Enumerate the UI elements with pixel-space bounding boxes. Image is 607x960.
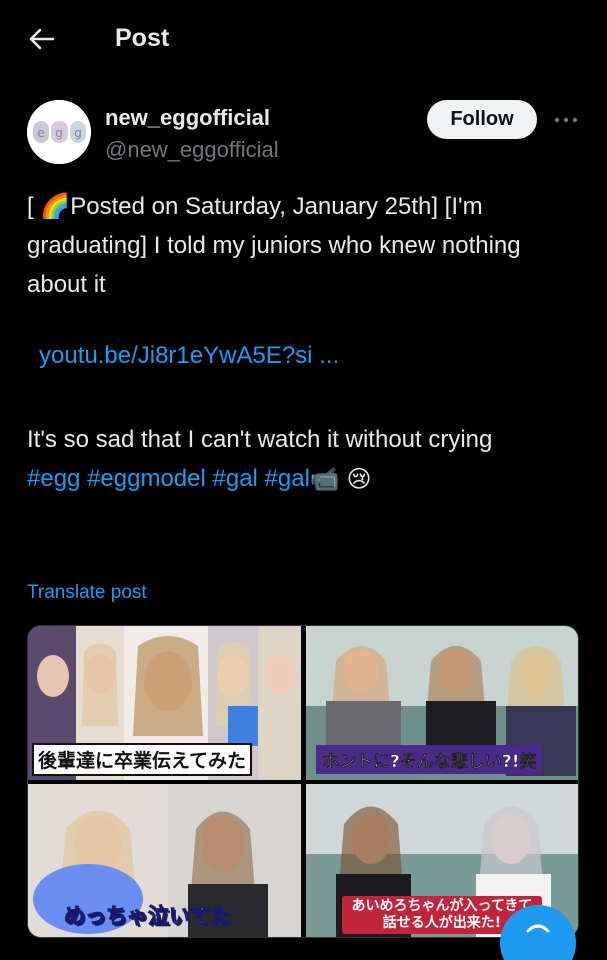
compose-icon xyxy=(526,924,550,933)
thumbnail-caption: めっちゃ泣いてた xyxy=(63,904,232,929)
egg-logo-icon: e g g xyxy=(27,100,91,164)
hashtag-eggmodel[interactable]: #eggmodel xyxy=(87,465,206,492)
media-thumbnail-1[interactable]: 後輩達に卒業伝えてみた xyxy=(28,626,301,780)
svg-text:e: e xyxy=(37,126,44,140)
display-name[interactable]: new_eggofficial xyxy=(105,105,270,131)
top-bar: Post xyxy=(0,0,607,78)
youtube-link[interactable]: youtu.be/Ji8r1eYwA5E?si ... xyxy=(39,342,339,370)
thumbnail-caption: ホントに?そんな悲しい?!笑 xyxy=(316,745,543,774)
thumbnail-caption: 後輩達に卒業伝えてみた xyxy=(32,743,253,776)
svg-text:g: g xyxy=(74,126,82,140)
svg-text:g: g xyxy=(55,126,63,140)
arrow-left-icon xyxy=(29,28,55,50)
hashtag-gal[interactable]: #gal xyxy=(213,465,258,492)
follow-button[interactable]: Follow xyxy=(427,100,537,139)
more-dots-icon xyxy=(554,117,578,123)
media-thumbnail-3[interactable]: めっちゃ泣いてた xyxy=(28,784,301,937)
compose-button[interactable] xyxy=(500,905,576,960)
crying-face-icon: 😢 xyxy=(346,466,372,494)
avatar[interactable]: e g g xyxy=(27,100,91,164)
media-grid: 後輩達に卒業伝えてみた ホントに?そんな悲しい?!笑 めっちゃ泣いてた あいめろ… xyxy=(27,625,579,938)
translate-post-link[interactable]: Translate post xyxy=(27,582,147,604)
video-camera-icon: 📹 xyxy=(309,466,340,494)
media-thumbnail-2[interactable]: ホントに?そんな悲しい?!笑 xyxy=(306,626,578,780)
back-button[interactable] xyxy=(22,22,62,56)
hashtag-egg[interactable]: #egg xyxy=(27,465,80,492)
post-text-intro: [ 🌈Posted on Saturday, January 25th] [I'… xyxy=(27,193,521,298)
hashtag-gal-2[interactable]: #gal xyxy=(265,465,310,492)
user-handle[interactable]: @new_eggofficial xyxy=(105,137,279,163)
page-title: Post xyxy=(115,24,170,52)
more-options-button[interactable] xyxy=(550,104,582,136)
post-text-sentence: It's so sad that I can't watch it withou… xyxy=(27,426,493,453)
post-text-body: It's so sad that I can't watch it withou… xyxy=(27,420,587,499)
